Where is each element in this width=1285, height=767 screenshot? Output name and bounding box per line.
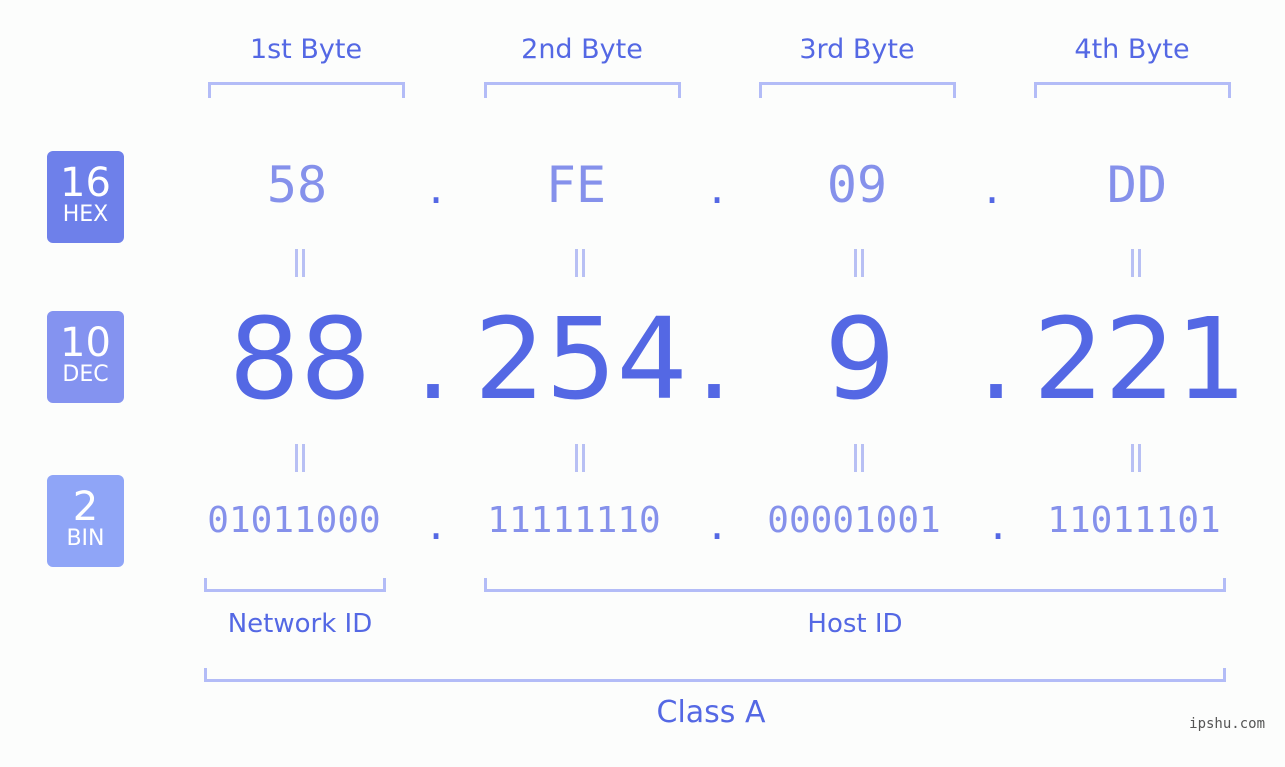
bin-separator-1: . — [428, 496, 444, 550]
dec-value-2: 254 — [474, 295, 688, 425]
hex-badge-name: HEX — [62, 202, 109, 227]
dec-separator-2: . — [696, 295, 732, 425]
hex-separator-3: . — [984, 160, 1000, 214]
bin-value-4: 11011101 — [1047, 500, 1221, 541]
dec-badge-number: 10 — [60, 320, 111, 366]
watermark: ipshu.com — [1189, 716, 1265, 732]
byte-label-4: 4th Byte — [1074, 34, 1190, 65]
byte-label-1: 1st Byte — [249, 34, 363, 65]
equals-icon — [290, 442, 310, 480]
hex-value-3: 09 — [826, 156, 888, 214]
byte-label-3: 3rd Byte — [799, 34, 915, 65]
equals-icon — [849, 442, 869, 480]
dec-separator-1: . — [415, 295, 451, 425]
hex-value-2: FE — [545, 156, 607, 214]
hex-badge-number: 16 — [60, 160, 111, 206]
equals-icon — [1126, 442, 1146, 480]
bin-badge: 2 BIN — [47, 475, 124, 567]
dec-value-3: 9 — [824, 295, 896, 425]
equals-icon — [570, 442, 590, 480]
dec-value-1: 88 — [228, 295, 372, 425]
bin-badge-name: BIN — [66, 526, 105, 551]
bin-value-3: 00001001 — [767, 500, 941, 541]
hex-value-1: 58 — [266, 156, 328, 214]
dec-separator-3: . — [978, 295, 1014, 425]
hex-separator-2: . — [709, 160, 725, 214]
byte-bracket-4 — [1034, 82, 1231, 98]
dec-badge-name: DEC — [62, 362, 109, 387]
byte-bracket-2 — [484, 82, 681, 98]
network-id-label: Network ID — [227, 609, 373, 639]
hex-separator-1: . — [428, 160, 444, 214]
equals-icon — [1126, 247, 1146, 285]
dec-badge: 10 DEC — [47, 311, 124, 403]
byte-label-2: 2nd Byte — [521, 34, 643, 65]
host-id-label: Host ID — [807, 609, 903, 639]
bin-value-1: 01011000 — [207, 500, 381, 541]
byte-bracket-3 — [759, 82, 956, 98]
network-id-bracket — [204, 578, 386, 592]
dec-value-4: 221 — [1033, 295, 1247, 425]
hex-value-4: DD — [1106, 156, 1168, 214]
byte-bracket-1 — [208, 82, 405, 98]
bin-separator-3: . — [990, 496, 1006, 550]
bin-badge-number: 2 — [72, 484, 99, 530]
bin-value-2: 11111110 — [487, 500, 661, 541]
equals-icon — [570, 247, 590, 285]
equals-icon — [849, 247, 869, 285]
bin-separator-2: . — [709, 496, 725, 550]
class-bracket — [204, 668, 1226, 682]
class-label: Class A — [656, 695, 766, 730]
hex-badge: 16 HEX — [47, 151, 124, 243]
host-id-bracket — [484, 578, 1226, 592]
equals-icon — [290, 247, 310, 285]
